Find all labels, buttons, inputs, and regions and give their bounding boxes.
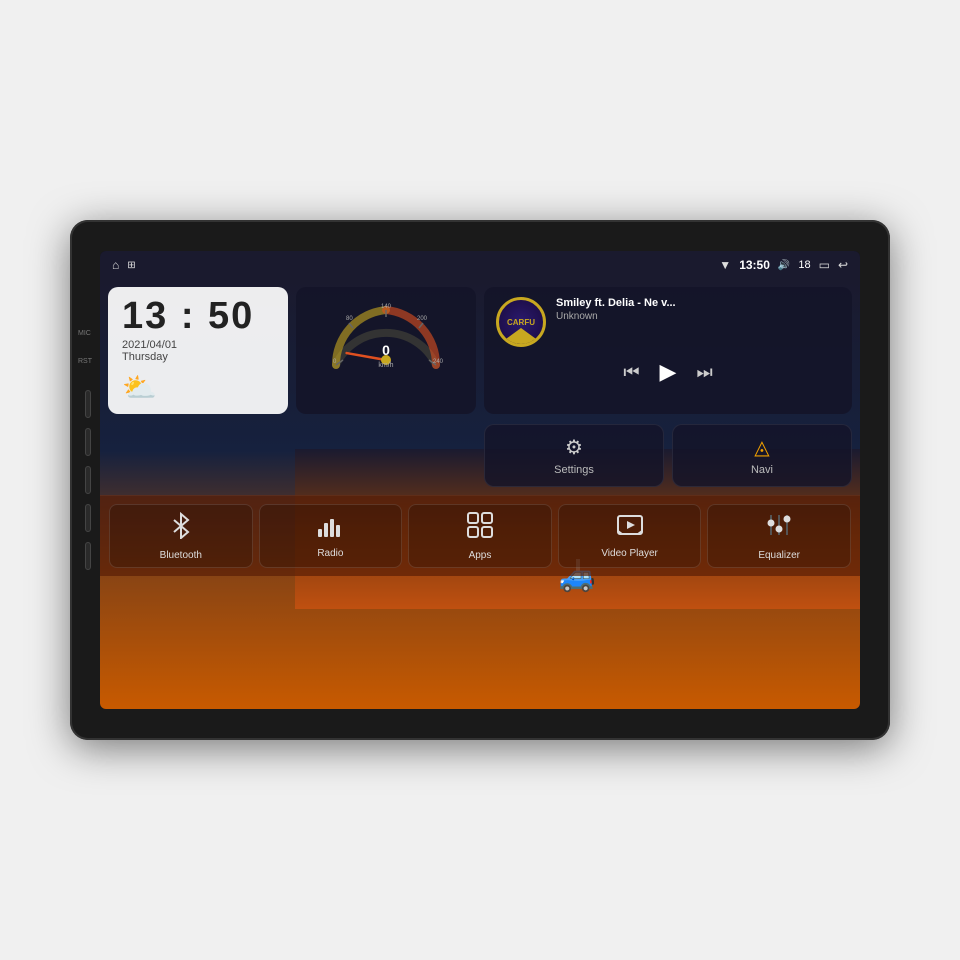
weather-icon: ⛅ [122, 371, 274, 404]
rst-label: RST [78, 358, 92, 365]
app-bar: Bluetooth Radio [100, 495, 860, 576]
battery-icon: ▭ [819, 258, 830, 272]
volume-icon: 🔊 [778, 260, 790, 271]
volume-value: 18 [798, 259, 810, 271]
radio-label: Radio [317, 548, 343, 559]
next-button[interactable]: ⏭ [696, 362, 712, 383]
clock-time: 13 : 50 [122, 297, 274, 335]
main-content: 🚙 13 : 50 2021/04/01 Thursday ⛅ [100, 279, 860, 709]
screen: ⌂ ⊞ ▼ 13:50 🔊 18 ▭ ↩ 🚙 [100, 251, 860, 709]
clock-widget: 13 : 50 2021/04/01 Thursday ⛅ [108, 287, 288, 414]
back-button[interactable] [85, 466, 91, 494]
device-shell: MIC RST ⌂ ⊞ ▼ 13:50 🔊 [70, 220, 890, 740]
equalizer-icon [765, 511, 793, 546]
apps-label: Apps [469, 550, 492, 561]
svg-text:200: 200 [417, 316, 428, 322]
side-button-group-back[interactable] [85, 466, 91, 494]
music-logo-text: CARFU [507, 318, 535, 327]
music-logo: CARFU [496, 297, 546, 347]
svg-text:80: 80 [346, 316, 353, 322]
video-player-label: Video Player [601, 548, 658, 559]
side-button-group-vol-down[interactable] [85, 542, 91, 570]
side-button-group-home[interactable] [85, 428, 91, 456]
apps-shortcut-icon[interactable]: ⊞ [127, 260, 135, 271]
apps-app-item[interactable]: Apps [408, 504, 552, 568]
side-button-group-power[interactable] [85, 390, 91, 418]
vol-down-button[interactable] [85, 542, 91, 570]
radio-icon [316, 513, 344, 544]
speedo-gauge-svg: 0 km/h 0 80 140 200 240 [321, 295, 451, 375]
radio-app-item[interactable]: Radio [259, 504, 403, 568]
music-top: CARFU Smiley ft. Delia - Ne v... Unknown [496, 297, 840, 347]
wifi-icon: ▼ [719, 258, 731, 272]
music-widget: CARFU Smiley ft. Delia - Ne v... Unknown… [484, 287, 852, 414]
power-button[interactable] [85, 390, 91, 418]
apps-icon [466, 511, 494, 546]
prev-button[interactable]: ⏮ [623, 362, 639, 383]
clock-spacer [108, 424, 288, 487]
music-controls: ⏮ ▶ ⏭ [496, 359, 840, 385]
vol-up-button[interactable] [85, 504, 91, 532]
svg-text:km/h: km/h [378, 362, 393, 369]
music-artist: Unknown [556, 311, 840, 322]
navi-label: Navi [751, 464, 773, 476]
navi-button[interactable]: ◬ Navi [672, 424, 852, 487]
status-time: 13:50 [739, 258, 770, 272]
speedo-spacer [296, 424, 476, 487]
widgets-row: 13 : 50 2021/04/01 Thursday ⛅ [100, 279, 860, 420]
home-icon[interactable]: ⌂ [112, 258, 119, 272]
equalizer-label: Equalizer [758, 550, 800, 561]
navi-icon: ◬ [754, 435, 769, 460]
play-button[interactable]: ▶ [660, 359, 677, 385]
speedometer-widget: 0 km/h 0 80 140 200 240 [296, 287, 476, 414]
music-title: Smiley ft. Delia - Ne v... [556, 297, 736, 309]
side-button-group-vol-up[interactable] [85, 504, 91, 532]
bluetooth-app-item[interactable]: Bluetooth [109, 504, 253, 568]
settings-label: Settings [554, 464, 594, 476]
status-bar: ⌂ ⊞ ▼ 13:50 🔊 18 ▭ ↩ [100, 251, 860, 279]
settings-icon: ⚙ [565, 435, 583, 460]
side-controls [85, 390, 91, 570]
status-bar-right: ▼ 13:50 🔊 18 ▭ ↩ [719, 258, 848, 272]
svg-text:0: 0 [382, 342, 390, 358]
svg-text:140: 140 [381, 304, 392, 310]
music-info: Smiley ft. Delia - Ne v... Unknown [556, 297, 840, 322]
equalizer-app-item[interactable]: Equalizer [707, 504, 851, 568]
clock-date: 2021/04/01 [122, 339, 274, 351]
video-player-icon [616, 513, 644, 544]
svg-text:240: 240 [433, 359, 444, 365]
home-button[interactable] [85, 428, 91, 456]
bluetooth-icon [169, 511, 193, 546]
status-bar-left: ⌂ ⊞ [112, 258, 136, 272]
bluetooth-label: Bluetooth [160, 550, 202, 561]
back-icon[interactable]: ↩ [838, 258, 848, 272]
settings-button[interactable]: ⚙ Settings [484, 424, 664, 487]
mic-label: MIC [78, 330, 91, 337]
action-buttons: ⚙ Settings ◬ Navi [484, 424, 852, 487]
settings-row: ⚙ Settings ◬ Navi [100, 424, 860, 495]
clock-day: Thursday [122, 351, 274, 363]
video-player-app-item[interactable]: Video Player [558, 504, 702, 568]
